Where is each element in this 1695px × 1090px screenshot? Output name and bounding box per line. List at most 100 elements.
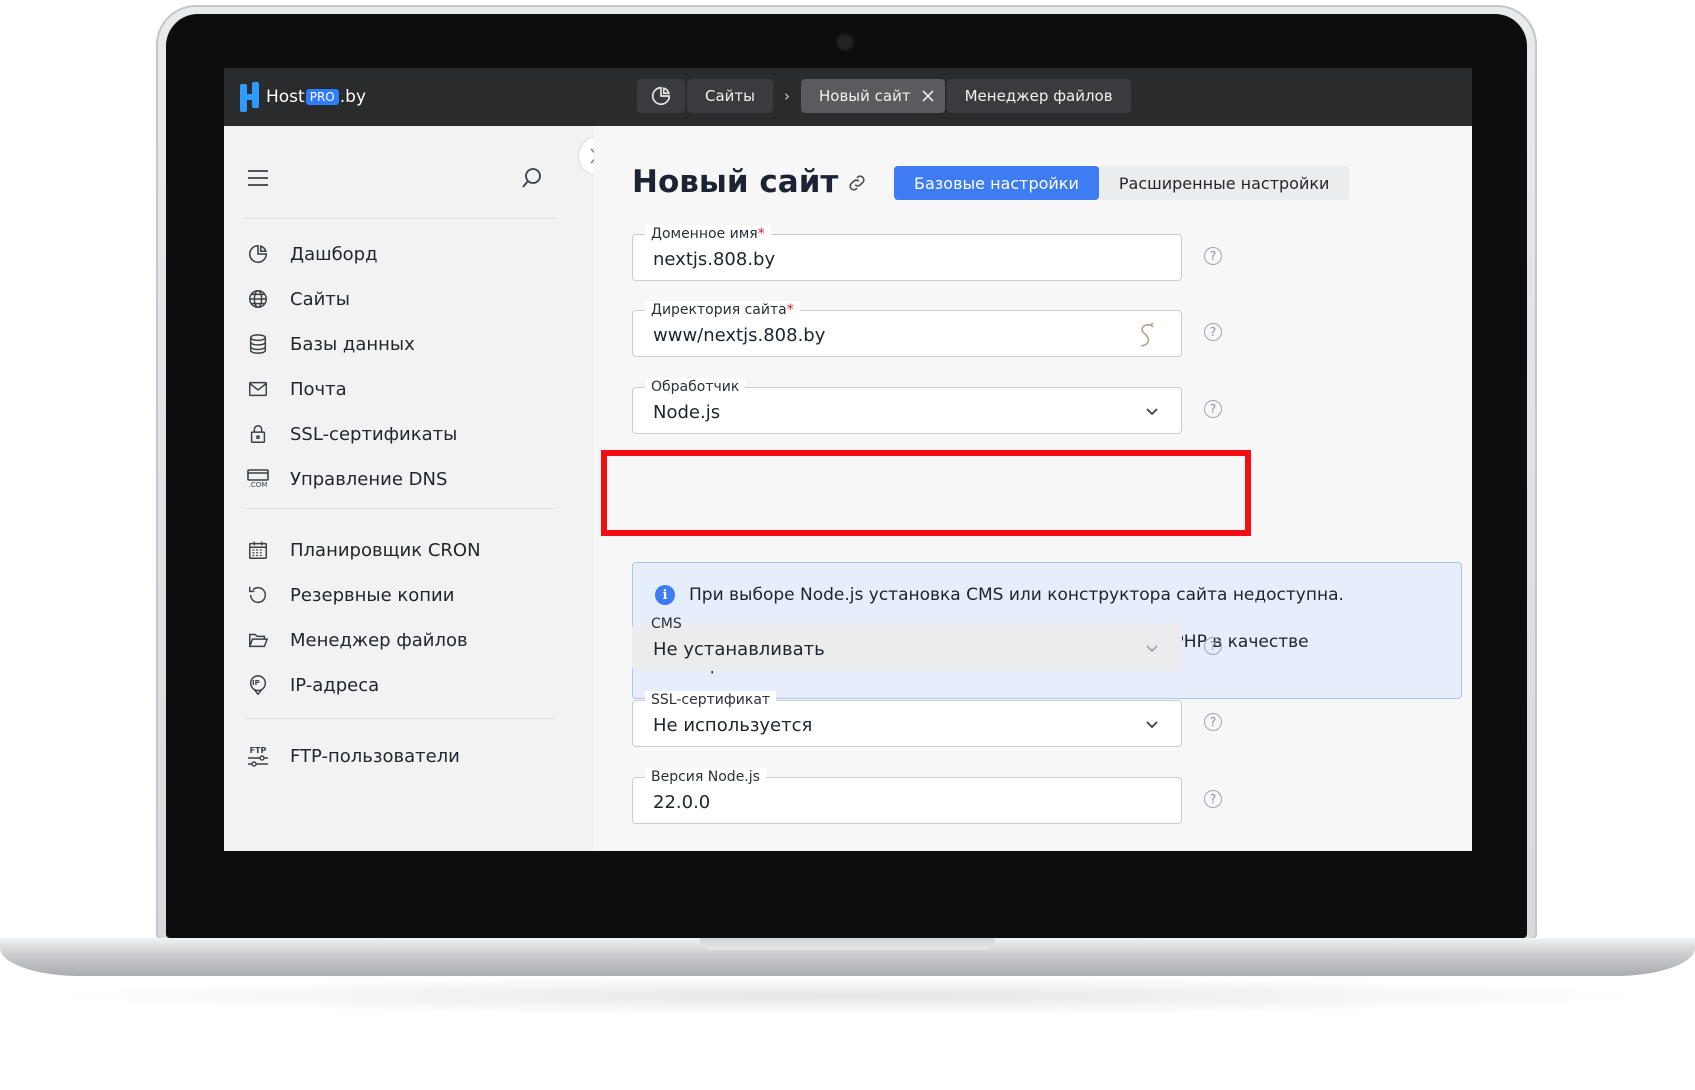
sidebar-item-label: Резервные копии [290, 584, 455, 606]
chevron-down-icon [1146, 645, 1158, 653]
logo-pro: PRO [305, 89, 339, 105]
sidebar-item-backups[interactable]: Резервные копии [246, 580, 454, 610]
laptop-shadow [40, 976, 1655, 1016]
breadcrumb-file-manager[interactable]: Менеджер файлов [946, 79, 1131, 113]
logo-tld: .by [339, 87, 367, 107]
camera [838, 35, 852, 49]
settings-tabs: Базовые настройки Расширенные настройки [894, 166, 1350, 200]
logo-text: Host PRO .by [266, 87, 366, 107]
sidebar-item-databases[interactable]: Базы данных [246, 329, 415, 359]
sidebar-item-label: FTP-пользователи [290, 745, 460, 767]
sidebar-item-dashboard[interactable]: Дашборд [246, 239, 378, 269]
lock-icon [246, 422, 270, 446]
mail-icon [246, 377, 270, 401]
breadcrumb: Сайты › Новый сайт Менеджер файлов [637, 78, 1131, 114]
required-mark: * [786, 302, 794, 318]
required-mark: * [757, 226, 765, 242]
info-text-line1: При выборе Node.js установка CMS или кон… [689, 585, 1344, 605]
domain-field[interactable]: Доменное имя* nextjs.808.by [632, 225, 1182, 281]
sidebar-item-label: Управление DNS [290, 468, 448, 490]
sidebar-item-dns[interactable]: .COM Управление DNS [246, 464, 447, 494]
sidebar-item-label: Почта [290, 378, 347, 400]
sidebar-item-ssl[interactable]: SSL-сертификаты [246, 419, 457, 449]
backup-icon [246, 583, 270, 607]
breadcrumb-dashboard[interactable] [637, 79, 685, 113]
cms-field-value: Не устанавливать [653, 639, 825, 660]
sidebar-item-sites[interactable]: Сайты [246, 284, 350, 314]
folder-icon [246, 628, 270, 652]
top-bar: Host PRO .by Сайты › Новый сайт Менеджер… [224, 68, 1472, 126]
sidebar-item-cron[interactable]: Планировщик CRON [246, 535, 481, 565]
directory-label-text: Директория сайта [651, 302, 787, 318]
directory-field-label: Директория сайта* [645, 301, 800, 319]
dashboard-icon [651, 86, 671, 106]
directory-field[interactable]: Директория сайта* www/nextjs.808.by [632, 301, 1182, 357]
cms-field-label: CMS [651, 616, 682, 632]
generate-path-icon[interactable] [1133, 321, 1159, 349]
sidebar-item-label: SSL-сертификаты [290, 423, 458, 445]
globe-icon [246, 287, 270, 311]
sidebar-item-label: Менеджер файлов [290, 629, 468, 651]
ssl-field-value: Не используется [653, 715, 813, 736]
domain-label-text: Доменное имя [651, 226, 758, 242]
close-icon[interactable] [921, 89, 935, 103]
breadcrumb-separator: › [784, 87, 790, 105]
ssl-select[interactable]: SSL-сертификат Не используется [632, 691, 1182, 747]
search-icon[interactable] [520, 166, 544, 190]
page-title: Новый сайт [632, 164, 839, 200]
menu-icon[interactable] [246, 168, 270, 188]
ip-icon: IP [246, 673, 270, 697]
handler-field-label: Обработчик [645, 378, 746, 396]
highlight-frame [601, 450, 1251, 536]
logo-mark-icon [240, 82, 262, 112]
chevron-down-icon [1146, 721, 1158, 729]
chevron-down-icon [1146, 408, 1158, 416]
laptop-notch [700, 938, 995, 950]
node-version-field-label: Версия Node.js [645, 768, 766, 786]
main-panel: Новый сайт Базовые настройки Расширенные… [594, 126, 1472, 851]
sidebar-divider [246, 718, 554, 719]
help-icon[interactable]: ? [1204, 247, 1222, 265]
sidebar-item-label: Планировщик CRON [290, 539, 481, 561]
sidebar-divider [246, 508, 554, 509]
help-icon[interactable]: ? [1204, 637, 1222, 655]
logo[interactable]: Host PRO .by [240, 80, 366, 114]
directory-field-value: www/nextjs.808.by [653, 325, 826, 346]
handler-select[interactable]: Обработчик Node.js [632, 378, 1182, 434]
domain-field-label: Доменное имя* [645, 225, 771, 243]
sidebar-item-ftp[interactable]: FTP FTP-пользователи [246, 741, 460, 771]
logo-host: Host [266, 87, 305, 107]
info-icon: i [655, 585, 675, 605]
dns-icon-text: .COM [248, 481, 268, 489]
sidebar-item-label: Дашборд [290, 243, 378, 265]
ftp-icon: FTP [246, 744, 270, 768]
help-icon[interactable]: ? [1204, 790, 1222, 808]
cms-select[interactable]: CMS Не устанавливать [632, 616, 1182, 671]
ip-icon-text: IP [252, 679, 260, 687]
breadcrumb-new-site[interactable]: Новый сайт [801, 79, 945, 113]
tab-basic-settings[interactable]: Базовые настройки [894, 166, 1099, 200]
dashboard-icon [246, 242, 270, 266]
help-icon[interactable]: ? [1204, 323, 1222, 341]
sidebar-item-label: Сайты [290, 288, 350, 310]
node-version-field-value: 22.0.0 [653, 792, 711, 813]
sidebar-item-label: IP-адреса [290, 674, 380, 696]
sidebar-item-mail[interactable]: Почта [246, 374, 347, 404]
tab-advanced-settings[interactable]: Расширенные настройки [1099, 166, 1350, 200]
sidebar: Дашборд Сайты Базы данных Почта SSL-серт… [224, 126, 594, 851]
domain-field-value: nextjs.808.by [653, 249, 776, 270]
link-icon[interactable] [846, 172, 868, 194]
ssl-field-label: SSL-сертификат [645, 691, 777, 709]
sidebar-item-file-manager[interactable]: Менеджер файлов [246, 625, 468, 655]
handler-field-value: Node.js [653, 402, 721, 423]
sidebar-divider [246, 218, 554, 219]
breadcrumb-new-site-label: Новый сайт [819, 87, 911, 105]
breadcrumb-sites[interactable]: Сайты [687, 79, 773, 113]
help-icon[interactable]: ? [1204, 713, 1222, 731]
calendar-icon [246, 538, 270, 562]
help-icon[interactable]: ? [1204, 400, 1222, 418]
node-version-select[interactable]: Версия Node.js 22.0.0 [632, 768, 1182, 824]
ftp-icon-text: FTP [249, 745, 267, 755]
sidebar-item-ip[interactable]: IP IP-адреса [246, 670, 379, 700]
screen: Host PRO .by Сайты › Новый сайт Менеджер… [224, 68, 1472, 851]
